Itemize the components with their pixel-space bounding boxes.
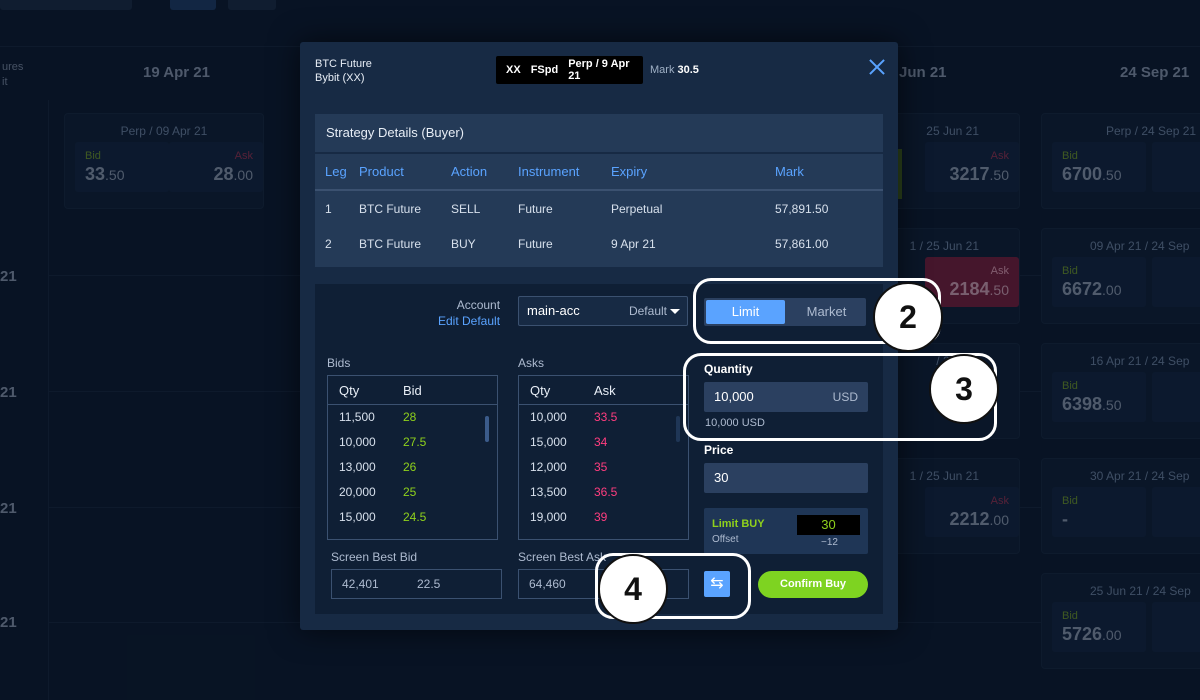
list-item[interactable]: 13,000 26 xyxy=(328,455,497,480)
bids-book[interactable]: Qty Bid 11,500 28 10,000 27.5 13,000 26 20,0… xyxy=(327,375,498,540)
callout-badge: 2 xyxy=(873,282,943,352)
table-row: 1 BTC Future SELL Future Perpetual 57,89… xyxy=(325,201,829,216)
list-item[interactable]: 10,000 27.5 xyxy=(328,430,497,455)
close-icon[interactable] xyxy=(868,58,886,76)
list-item[interactable]: 13,500 36.5 xyxy=(519,480,688,505)
list-item[interactable]: 11,500 28 xyxy=(328,405,497,430)
mark-price: Mark 30.5 xyxy=(650,64,699,76)
list-item[interactable]: 12,000 35 xyxy=(519,455,688,480)
instrument-title: BTC Future Bybit (XX) xyxy=(315,58,372,84)
price-input[interactable]: 30 xyxy=(704,463,868,493)
strategy-pill: XX FSpd Perp / 9 Apr 21 xyxy=(496,56,643,84)
screen-best-bid-label: Screen Best Bid xyxy=(331,550,418,564)
account-label: Account Edit Default xyxy=(438,298,501,329)
screen-best-ask-label: Screen Best Ask xyxy=(518,550,607,564)
limit-value: 30 xyxy=(797,515,860,535)
strategy-table: Leg Product Action Instrument Expiry Mar… xyxy=(315,154,883,262)
list-item[interactable]: 19,000 39 xyxy=(519,505,688,530)
asks-heading: Asks xyxy=(518,356,545,370)
strategy-details-panel: Strategy Details (Buyer) Leg Product Act… xyxy=(315,114,883,267)
edit-default-link[interactable]: Edit Default xyxy=(438,313,500,329)
caret-down-icon xyxy=(670,309,680,314)
strategy-heading: Strategy Details (Buyer) xyxy=(315,114,883,154)
list-item[interactable]: 20,000 25 xyxy=(328,480,497,505)
scrollbar[interactable] xyxy=(676,416,680,442)
list-item[interactable]: 15,000 34 xyxy=(519,430,688,455)
screen-best-bid-box: 42,401 22.5 xyxy=(331,569,502,599)
list-item[interactable]: 10,000 33.5 xyxy=(519,405,688,430)
callout-badge: 4 xyxy=(598,554,668,624)
scrollbar[interactable] xyxy=(485,416,489,442)
account-select[interactable]: main-acc Default xyxy=(518,296,688,326)
asks-book[interactable]: Qty Ask 10,000 33.5 15,000 34 12,000 35 13,5… xyxy=(518,375,689,540)
limit-summary: Limit BUY Offset 30 −12 xyxy=(704,508,868,554)
confirm-buy-button[interactable]: Confirm Buy xyxy=(758,571,868,598)
price-label: Price xyxy=(704,443,734,457)
list-item[interactable]: 15,000 24.5 xyxy=(328,505,497,530)
table-row: 2 BTC Future BUY Future 9 Apr 21 57,861.… xyxy=(325,237,829,251)
bids-heading: Bids xyxy=(327,356,351,370)
callout-badge: 3 xyxy=(929,354,999,424)
